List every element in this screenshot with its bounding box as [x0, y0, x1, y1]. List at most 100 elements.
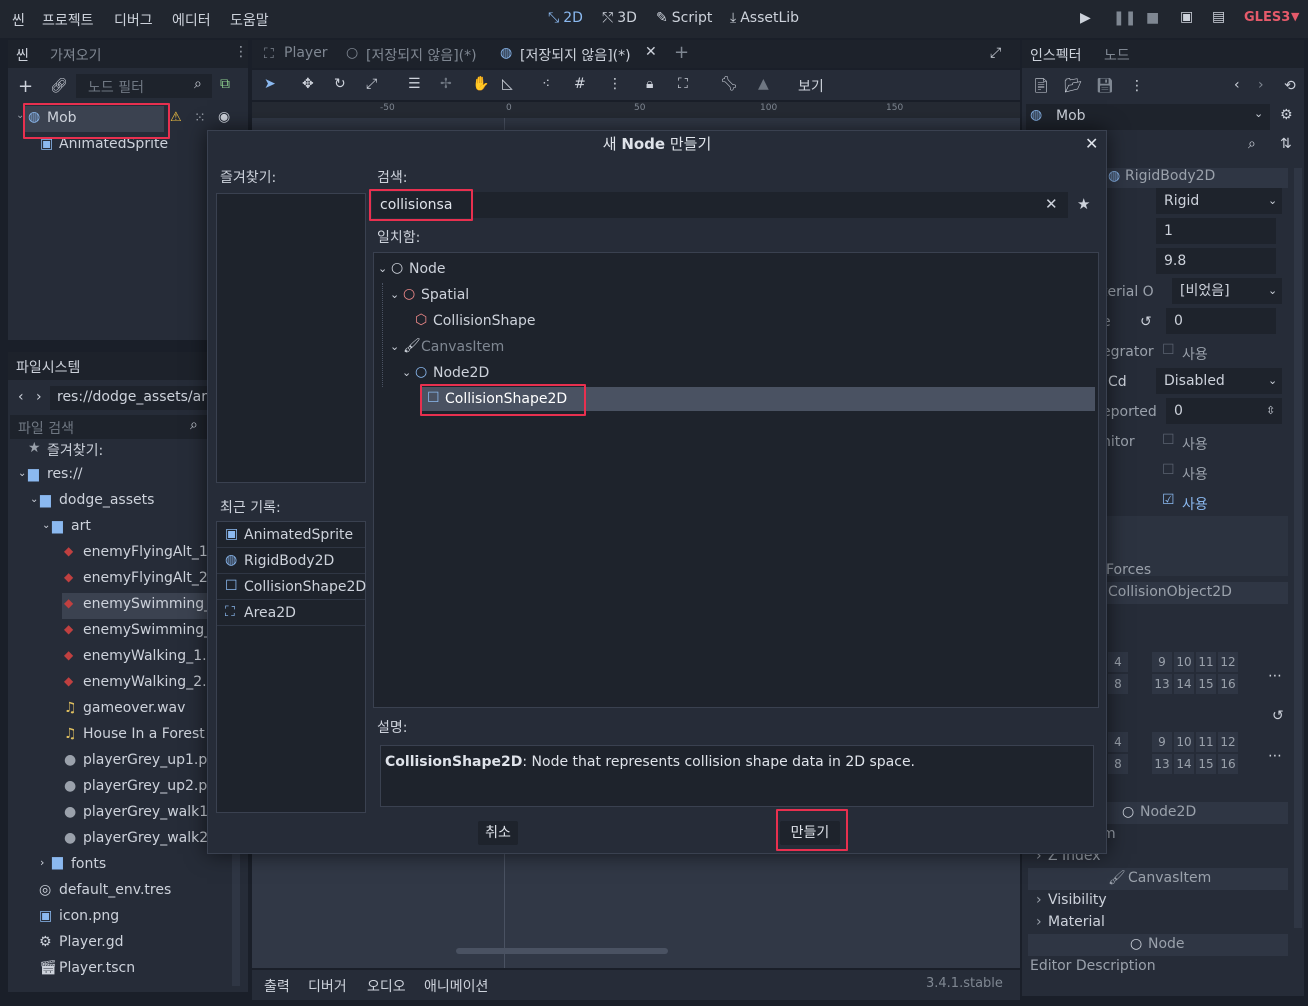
chevron-down-icon[interactable]: ⌄ [390, 340, 399, 353]
tree-item-node[interactable]: Node [409, 261, 446, 277]
favorite-star-icon[interactable]: ★ [1077, 195, 1090, 213]
file-item[interactable]: playerGrey_up2.png [83, 778, 225, 794]
file-item[interactable]: 즐겨찾기: [47, 442, 103, 460]
mode-dropdown[interactable]: Rigid ⌄ [1156, 188, 1282, 214]
layer-bit[interactable]: 8 [1108, 674, 1128, 694]
recent-item[interactable]: ◍ RigidBody2D [217, 548, 365, 574]
smart-snap-icon[interactable]: ⁖ [542, 76, 550, 92]
tab-node[interactable]: 노드 [1104, 45, 1130, 65]
tab-filesystem[interactable]: 파일시스템 [16, 357, 80, 377]
chevron-right-icon[interactable]: › [1036, 914, 1042, 930]
chevron-down-icon[interactable]: ⌄ [402, 366, 411, 379]
horizontal-scrollbar[interactable] [456, 948, 668, 954]
more-icon[interactable]: ⋯ [1268, 668, 1282, 684]
reset-icon[interactable]: ↺ [1272, 708, 1284, 724]
gravity-field[interactable]: 9.8 [1156, 248, 1276, 274]
pause-icon[interactable]: ❚❚ [1113, 10, 1136, 26]
lock-icon[interactable]: 🔒︎ [646, 76, 653, 92]
layer-bit[interactable]: 9 [1152, 652, 1172, 672]
menu-scene[interactable]: 씬 [12, 10, 25, 30]
scale-icon[interactable]: ⤢ [366, 76, 377, 92]
node-settings-icon[interactable]: ⚙ [1280, 107, 1293, 123]
inspector-scrollbar[interactable] [1294, 168, 1302, 928]
more-icon[interactable]: ⋯ [1268, 748, 1282, 764]
mode-assetlib-button[interactable]: ⤓ AssetLib [730, 10, 799, 26]
list-select-icon[interactable]: ☰ [408, 76, 421, 92]
menu-help[interactable]: 도움말 [230, 10, 269, 30]
reset-icon[interactable]: ↺ [1140, 314, 1152, 330]
file-item[interactable]: Player.tscn [59, 960, 135, 976]
view-menu-button[interactable]: 보기 [798, 76, 824, 96]
tab-player[interactable]: Player [284, 45, 328, 61]
add-node-icon[interactable]: + [18, 76, 33, 97]
object-selector[interactable]: ◍ Mob ⌄ [1026, 104, 1270, 130]
group-icon[interactable]: ⁙ [194, 110, 206, 126]
layer-bit[interactable]: 11 [1196, 652, 1216, 672]
checkbox-unchecked[interactable]: ☐ [1162, 432, 1175, 448]
material-section[interactable]: Material [1048, 914, 1105, 930]
add-tab-icon[interactable]: + [674, 42, 689, 63]
chevron-down-icon[interactable]: ▼ [1291, 10, 1299, 23]
material-field[interactable]: [비었음] ⌄ [1172, 278, 1282, 304]
mask-bit[interactable]: 10 [1174, 732, 1194, 752]
mask-bit[interactable]: 14 [1174, 754, 1194, 774]
bone-icon[interactable]: 🦴︎ [720, 76, 738, 92]
tree-item-spatial[interactable]: Spatial [421, 287, 469, 303]
tab-unsaved-2[interactable]: [저장되지 않음](*) [520, 45, 631, 65]
close-icon[interactable]: ✕ [1085, 134, 1098, 153]
recent-item[interactable]: ⛶ Area2D [217, 600, 365, 626]
recent-item[interactable]: ▣ AnimatedSprite [217, 522, 365, 548]
file-item[interactable]: gameover.wav [83, 700, 185, 716]
visibility-eye-icon[interactable]: ◉ [218, 109, 230, 125]
file-item[interactable]: playerGrey_up1.png [83, 752, 225, 768]
open-folder-icon[interactable]: 📂︎ [1064, 78, 1082, 94]
layer-bit[interactable]: 14 [1174, 674, 1194, 694]
tab-audio[interactable]: 오디오 [367, 976, 406, 996]
forward-icon[interactable]: › [36, 389, 42, 405]
renderer-select[interactable]: GLES3 [1244, 10, 1290, 25]
select-icon[interactable]: ➤ [264, 76, 276, 92]
file-item[interactable]: fonts [71, 856, 106, 872]
stop-icon[interactable]: ■ [1146, 10, 1159, 26]
chevron-down-icon[interactable]: ⌄ [390, 288, 399, 301]
tab-output[interactable]: 출력 [264, 976, 290, 996]
e-field[interactable]: 0 [1166, 308, 1276, 334]
checkbox-unchecked[interactable]: ☐ [1162, 462, 1175, 478]
mode-2d-button[interactable]: ⤡ 2D [548, 10, 583, 26]
more-icon[interactable]: ⋮ [608, 76, 622, 92]
chevron-down-icon[interactable]: ⌄ [18, 468, 26, 479]
menu-project[interactable]: 프로젝트 [42, 10, 94, 30]
checkbox-unchecked[interactable]: ☐ [1162, 342, 1175, 358]
tab-scene[interactable]: 씬 [16, 45, 29, 65]
search-icon[interactable]: ⌕ [1248, 136, 1256, 152]
link-icon[interactable]: 🔗︎ [50, 78, 68, 94]
reported-field[interactable]: 0 ⇳ [1166, 398, 1282, 424]
mask-bit[interactable]: 13 [1152, 754, 1172, 774]
camera-icon[interactable]: ▲ [758, 76, 769, 92]
tab-unsaved-1[interactable]: [저장되지 않음](*) [366, 45, 477, 65]
tree-item-collisionshape[interactable]: CollisionShape [433, 313, 535, 329]
clear-icon[interactable]: ✕ [1045, 195, 1058, 213]
file-item[interactable]: dodge_assets [59, 492, 154, 508]
layer-bit[interactable]: 16 [1218, 674, 1238, 694]
chevron-right-icon[interactable]: › [40, 856, 44, 869]
node-filter-input[interactable]: 노드 필터 ⌕ [76, 74, 212, 98]
favorites-list[interactable] [216, 193, 366, 483]
group-icon[interactable]: ⛶ [678, 76, 688, 92]
mass-field[interactable]: 1 [1156, 218, 1276, 244]
mask-bit[interactable]: 11 [1196, 732, 1216, 752]
layer-bit[interactable]: 4 [1108, 652, 1128, 672]
more-icon[interactable]: ⋮ [1130, 78, 1144, 94]
menu-editor[interactable]: 에디터 [172, 10, 211, 30]
file-item[interactable]: art [71, 518, 91, 534]
tab-animation[interactable]: 애니메이션 [424, 976, 488, 996]
history-forward-icon[interactable]: › [1258, 77, 1264, 93]
recent-item[interactable]: ☐ CollisionShape2D [217, 574, 366, 600]
tree-item-node2d[interactable]: Node2D [433, 365, 489, 381]
file-item[interactable]: Player.gd [59, 934, 124, 950]
file-item[interactable]: res:// [47, 466, 83, 482]
ruler-icon[interactable]: ◺ [502, 76, 513, 92]
tab-import[interactable]: 가져오기 [50, 45, 102, 65]
new-resource-icon[interactable]: 📄︎ [1032, 78, 1050, 94]
grid-snap-icon[interactable]: # [574, 76, 586, 92]
